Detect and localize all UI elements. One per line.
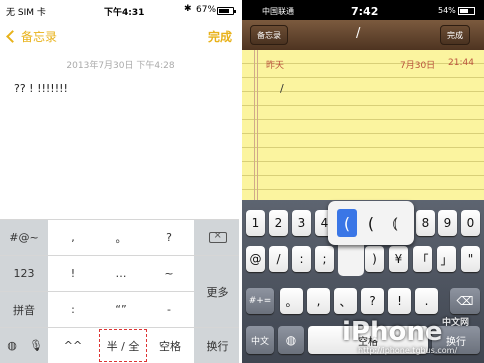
key-123[interactable]: 123: [0, 256, 48, 291]
watermark-url: http://iphone.tgbus.com/: [358, 346, 458, 355]
key-colon[interactable]: :: [50, 292, 96, 327]
delete-key[interactable]: ⌫: [450, 288, 480, 314]
key-tilde[interactable]: ~: [146, 256, 192, 291]
battery-icon: [217, 7, 236, 15]
key-period-cn[interactable]: 。: [280, 288, 303, 314]
backspace-icon: [208, 230, 227, 243]
done-button[interactable]: 完成: [440, 25, 470, 45]
backspace-icon: ⌫: [456, 294, 474, 308]
key-return[interactable]: 换行: [194, 328, 239, 363]
key-dot[interactable]: .: [415, 288, 438, 314]
back-button[interactable]: 备忘录: [6, 28, 58, 45]
carrier-label: 无 SIM 卡: [6, 8, 46, 18]
key-left-corner[interactable]: 「: [413, 246, 432, 272]
key-question[interactable]: ?: [361, 288, 384, 314]
back-label: 备忘录: [21, 30, 58, 44]
key-exclaim[interactable]: !: [388, 288, 411, 314]
key-emoticon[interactable]: ^^: [50, 328, 96, 363]
key-3[interactable]: 3: [292, 210, 311, 236]
note-title: /: [356, 26, 361, 41]
key-period[interactable]: 。: [98, 220, 144, 255]
key-9[interactable]: 9: [438, 210, 457, 236]
key-quote[interactable]: ": [461, 246, 480, 272]
margin-line: [257, 50, 258, 200]
done-button[interactable]: 完成: [208, 28, 232, 45]
popup-option-fullwidth-paren[interactable]: (: [361, 209, 381, 237]
note-day: 昨天: [266, 61, 285, 71]
accent-popup: ( ( ⦅: [328, 201, 414, 245]
key-at[interactable]: @: [246, 246, 265, 272]
key-close-paren[interactable]: ): [365, 246, 384, 272]
key-1[interactable]: 1: [246, 210, 265, 236]
popup-option-paren[interactable]: (: [337, 209, 357, 237]
nav-bar: 备忘录 完成: [0, 22, 239, 50]
chevron-left-icon: [6, 30, 19, 43]
carrier-label: 中国联通: [262, 7, 294, 16]
popup-stem: [338, 244, 364, 276]
key-semicolon[interactable]: ;: [315, 246, 334, 272]
right-screenshot: 中国联通 7:42 54% 备忘录 / 完成 昨天 7月30日 21:44 / …: [242, 0, 484, 363]
key-space[interactable]: 空格: [148, 328, 192, 363]
key-0[interactable]: 0: [461, 210, 480, 236]
key-8[interactable]: 8: [416, 210, 435, 236]
status-bar: 中国联通 7:42 54%: [242, 0, 484, 20]
left-screenshot: 无 SIM 卡 下午4:31 ✱ 67% 备忘录 完成 2013年7月30日 下…: [0, 0, 241, 363]
key-ellipsis[interactable]: …: [98, 256, 144, 291]
back-button[interactable]: 备忘录: [250, 25, 288, 45]
key-colon[interactable]: :: [292, 246, 311, 272]
note-date: 7月30日: [400, 61, 436, 71]
bluetooth-icon: ✱: [184, 4, 192, 14]
key-2[interactable]: 2: [269, 210, 288, 236]
key-dash[interactable]: -: [146, 292, 192, 327]
key-enum-comma[interactable]: 、: [334, 288, 357, 314]
note-time: 21:44: [448, 58, 474, 68]
margin-line: [254, 50, 255, 200]
note-text: /: [280, 82, 284, 95]
key-question[interactable]: ?: [146, 220, 192, 255]
popup-option-white-paren[interactable]: ⦅: [385, 209, 405, 237]
clock: 7:42: [351, 5, 379, 18]
key-half-full[interactable]: 半 / 全: [98, 328, 148, 363]
note-paper[interactable]: 昨天 7月30日 21:44 /: [242, 50, 484, 200]
battery-icon: [458, 7, 475, 15]
key-quotes[interactable]: “”: [98, 292, 144, 327]
key-right-corner[interactable]: 」: [437, 246, 456, 272]
note-date: 2013年7月30日 下午4:28: [66, 61, 175, 71]
key-more[interactable]: 更多: [194, 256, 239, 327]
battery-percent: 54%: [438, 6, 456, 15]
globe-icon[interactable]: ◍: [278, 326, 304, 354]
key-exclaim[interactable]: !: [50, 256, 96, 291]
key-chinese[interactable]: 中文: [246, 326, 274, 354]
key-more-symbols[interactable]: #+=: [246, 288, 274, 314]
keyboard: #@~ 123 拼音 ◍ 🎙 , 。 ? ! … ~ 更多 : “” - ^^ …: [0, 219, 239, 363]
key-symbols[interactable]: #@~: [0, 220, 48, 255]
key-pinyin[interactable]: 拼音: [0, 292, 48, 327]
key-comma[interactable]: ,: [50, 220, 96, 255]
key-yen[interactable]: ¥: [389, 246, 408, 272]
key-comma-cn[interactable]: ,: [307, 288, 330, 314]
delete-key[interactable]: [194, 220, 239, 255]
nav-bar: 备忘录 / 完成: [242, 20, 484, 50]
watermark-cn: 中文网: [442, 318, 470, 328]
status-bar: 无 SIM 卡 下午4:31 ✱ 67%: [0, 0, 239, 22]
clock: 下午4:31: [104, 8, 145, 18]
key-slash[interactable]: /: [269, 246, 288, 272]
battery-percent: 67%: [196, 5, 217, 15]
globe-icon[interactable]: ◍: [0, 328, 24, 363]
watermark-brand: iPhone: [342, 317, 443, 347]
watermark: iPhone 中文网 http://iphone.tgbus.com/: [342, 317, 469, 355]
note-text[interactable]: ?? ! !!!!!!!: [14, 82, 68, 95]
microphone-icon[interactable]: 🎙: [24, 328, 48, 363]
